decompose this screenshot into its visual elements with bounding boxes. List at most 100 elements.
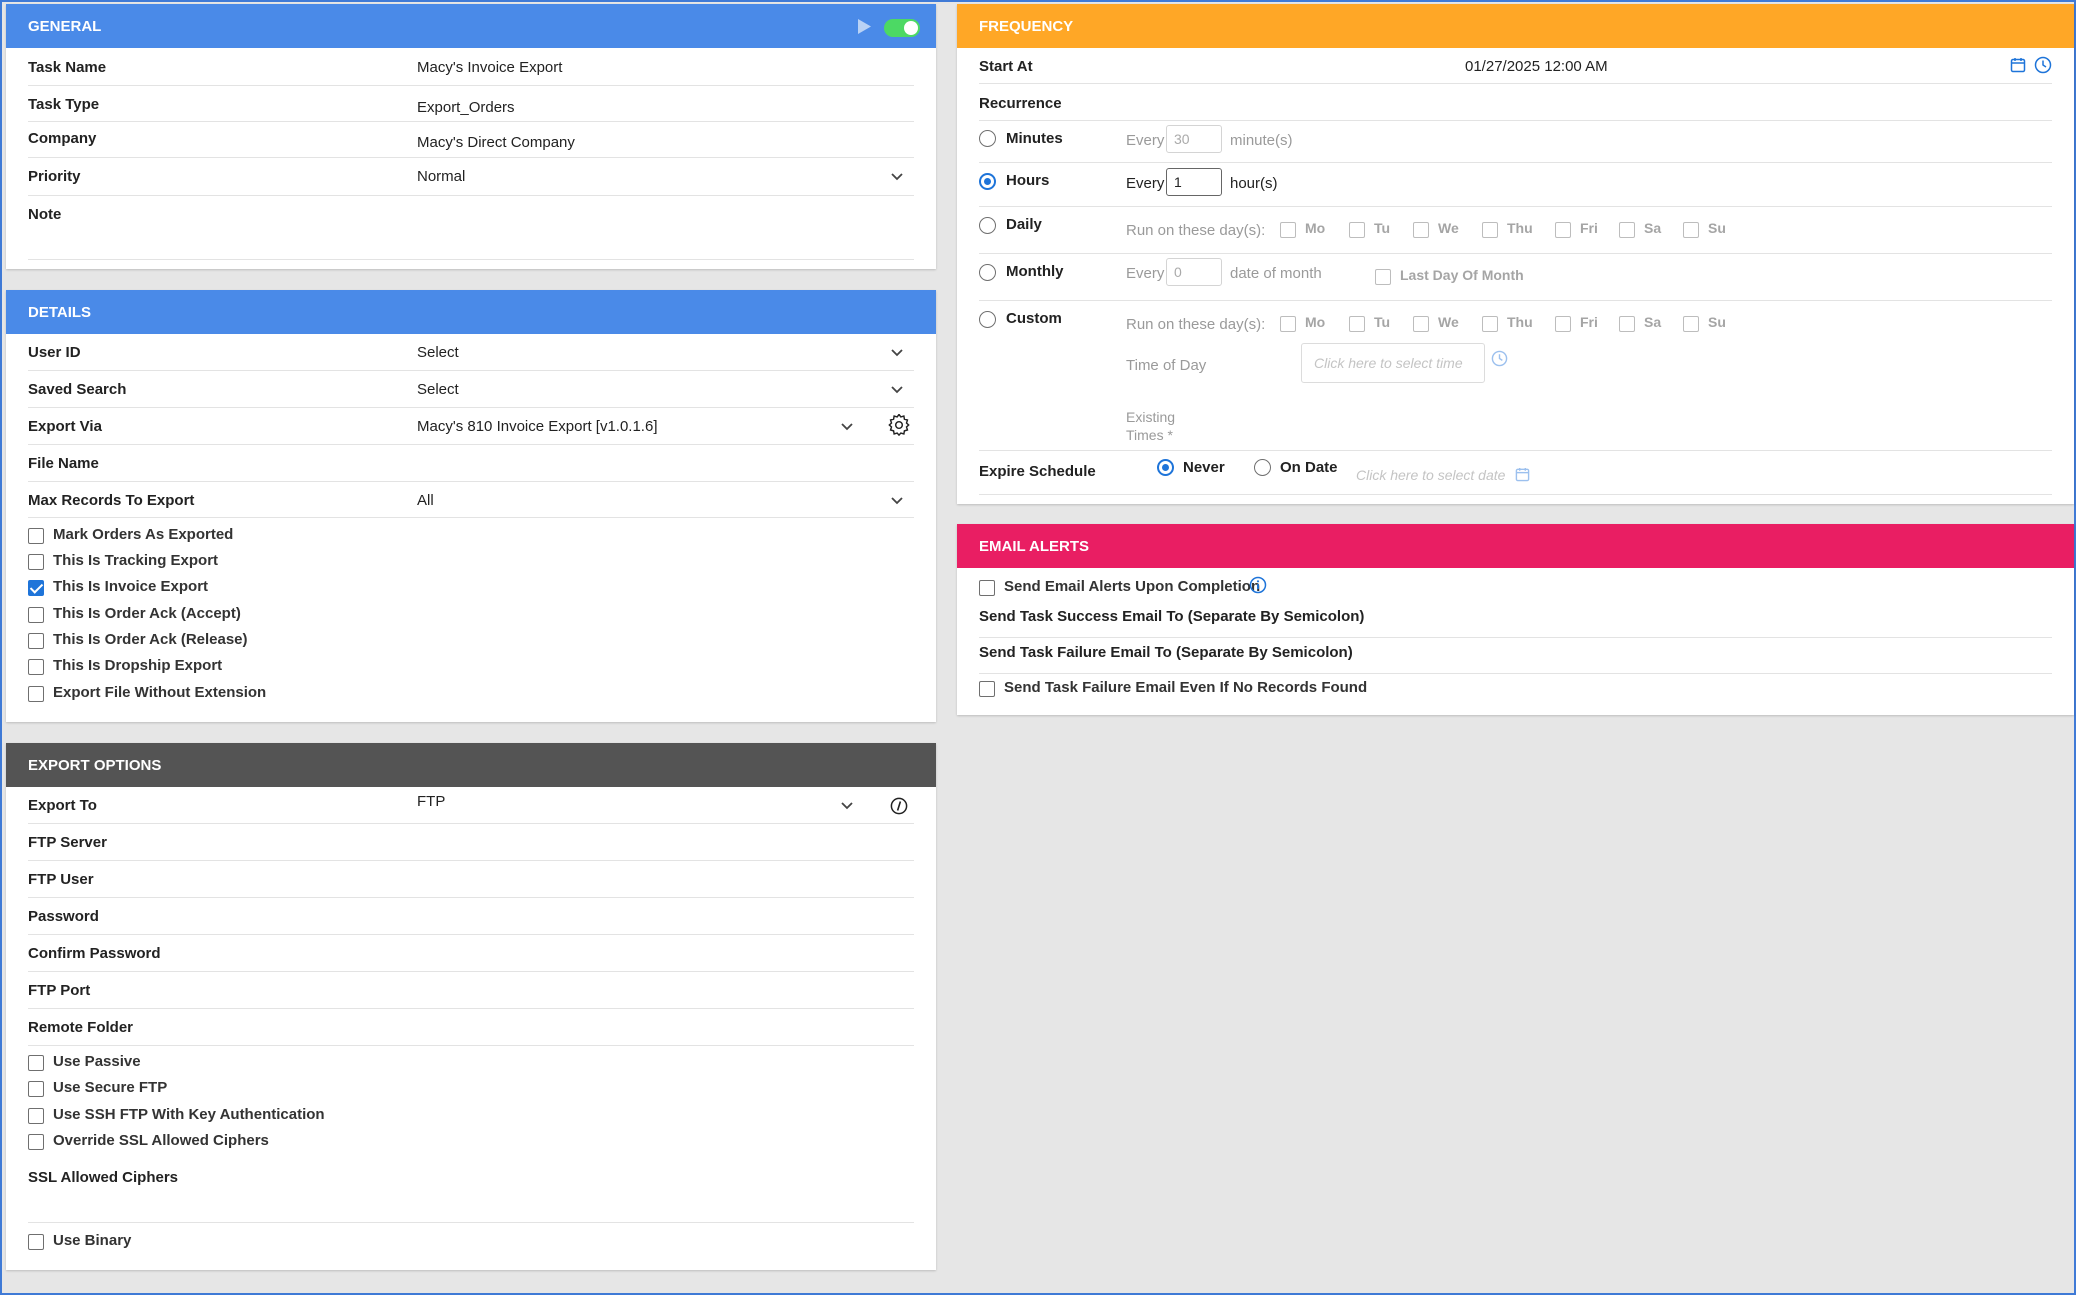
failure-email-row[interactable]: Send Task Failure Email To (Separate By …: [979, 638, 2052, 674]
details-title: DETAILS: [28, 303, 92, 321]
gear-icon[interactable]: [888, 414, 910, 436]
general-panel: GENERAL Task Name Macy's Invoice Export …: [6, 4, 936, 269]
chevron-down-icon[interactable]: [890, 170, 904, 184]
expire-date-input[interactable]: Click here to select date: [1356, 467, 1505, 483]
failure-no-records-checkbox[interactable]: [979, 681, 995, 697]
clock-icon[interactable]: [2034, 56, 2052, 74]
custom-tu-checkbox[interactable]: [1349, 316, 1365, 332]
custom-mo-label: Mo: [1305, 314, 1326, 330]
mark-exported-checkbox[interactable]: [28, 528, 44, 544]
last-day-label: Last Day Of Month: [1400, 267, 1524, 283]
send-alerts-checkbox[interactable]: [979, 580, 995, 596]
max-records-select[interactable]: All: [417, 492, 434, 509]
clock-icon[interactable]: [1491, 350, 1508, 367]
success-email-row[interactable]: Send Task Success Email To (Separate By …: [979, 602, 2052, 638]
enable-toggle[interactable]: [884, 19, 920, 37]
dropship-export-label: This Is Dropship Export: [53, 657, 223, 674]
hours-radio[interactable]: [979, 173, 996, 190]
confirm-password-row[interactable]: Confirm Password: [28, 935, 914, 972]
daily-su-checkbox[interactable]: [1683, 222, 1699, 238]
daily-su-label: Su: [1708, 220, 1726, 236]
chevron-down-icon[interactable]: [890, 494, 904, 508]
custom-mo-checkbox[interactable]: [1280, 316, 1296, 332]
daily-run-days-label: Run on these day(s):: [1126, 222, 1266, 239]
invoice-export-label: This Is Invoice Export: [53, 578, 209, 595]
override-ssl-checkbox[interactable]: [28, 1134, 44, 1150]
ftp-port-row[interactable]: FTP Port: [28, 972, 914, 1009]
user-id-row[interactable]: User ID Select: [28, 334, 914, 371]
priority-row[interactable]: Priority Normal: [28, 158, 914, 196]
time-of-day-input[interactable]: Click here to select time: [1301, 343, 1485, 383]
use-ssh-ftp-checkbox[interactable]: [28, 1108, 44, 1124]
invoice-export-checkbox[interactable]: [28, 580, 44, 596]
ftp-user-row[interactable]: FTP User: [28, 861, 914, 898]
email-alerts-title: EMAIL ALERTS: [979, 537, 1090, 555]
ftp-server-row[interactable]: FTP Server: [28, 824, 914, 861]
custom-sa-checkbox[interactable]: [1619, 316, 1635, 332]
chevron-down-icon[interactable]: [890, 346, 904, 360]
dropship-export-checkbox[interactable]: [28, 659, 44, 675]
minutes-radio[interactable]: [979, 130, 996, 147]
priority-select[interactable]: Normal: [417, 168, 465, 185]
remote-folder-row[interactable]: Remote Folder: [28, 1009, 914, 1046]
task-name-input[interactable]: Macy's Invoice Export: [417, 59, 562, 76]
on-date-label: On Date: [1280, 459, 1338, 476]
no-extension-checkbox[interactable]: [28, 686, 44, 702]
max-records-row[interactable]: Max Records To Export All: [28, 482, 914, 518]
calendar-icon[interactable]: [2010, 57, 2026, 73]
info-italic-icon[interactable]: [890, 797, 908, 815]
last-day-checkbox[interactable]: [1375, 269, 1391, 285]
never-radio[interactable]: [1157, 459, 1174, 476]
custom-we-checkbox[interactable]: [1413, 316, 1429, 332]
custom-radio[interactable]: [979, 311, 996, 328]
on-date-radio[interactable]: [1254, 459, 1271, 476]
calendar-icon[interactable]: [1515, 467, 1530, 482]
task-type-label: Task Type: [28, 96, 100, 113]
note-input[interactable]: [417, 200, 914, 254]
custom-su-checkbox[interactable]: [1683, 316, 1699, 332]
export-to-row[interactable]: Export To FTP: [28, 787, 914, 824]
export-to-select[interactable]: FTP: [417, 793, 445, 810]
custom-thu-label: Thu: [1507, 314, 1533, 330]
daily-mo-checkbox[interactable]: [1280, 222, 1296, 238]
use-passive-checkbox[interactable]: [28, 1055, 44, 1071]
daily-thu-checkbox[interactable]: [1482, 222, 1498, 238]
file-name-row[interactable]: File Name: [28, 445, 914, 482]
info-icon[interactable]: [1249, 576, 1267, 594]
chevron-down-icon[interactable]: [890, 383, 904, 397]
daily-sa-label: Sa: [1644, 220, 1662, 236]
tracking-export-checkbox[interactable]: [28, 554, 44, 570]
export-via-select[interactable]: Macy's 810 Invoice Export [v1.0.1.6]: [417, 418, 657, 435]
order-ack-release-checkbox[interactable]: [28, 633, 44, 649]
user-id-select[interactable]: Select: [417, 344, 459, 361]
hours-input[interactable]: 1: [1166, 168, 1222, 196]
daily-sa-checkbox[interactable]: [1619, 222, 1635, 238]
start-at-row[interactable]: Start At 01/27/2025 12:00 AM: [979, 48, 2052, 84]
daily-mo-label: Mo: [1305, 220, 1326, 236]
frequency-header: FREQUENCY: [957, 4, 2074, 48]
user-id-label: User ID: [28, 344, 81, 361]
use-secure-ftp-checkbox[interactable]: [28, 1081, 44, 1097]
minutes-every-label: Every: [1126, 132, 1165, 149]
daily-fri-checkbox[interactable]: [1555, 222, 1571, 238]
monthly-radio[interactable]: [979, 264, 996, 281]
order-ack-accept-checkbox[interactable]: [28, 607, 44, 623]
ssl-ciphers-row[interactable]: SSL Allowed Ciphers: [28, 1157, 914, 1223]
play-icon[interactable]: [856, 18, 872, 35]
company-label: Company: [28, 130, 97, 147]
minutes-input[interactable]: 30: [1166, 125, 1222, 153]
saved-search-row[interactable]: Saved Search Select: [28, 371, 914, 408]
custom-thu-checkbox[interactable]: [1482, 316, 1498, 332]
custom-fri-checkbox[interactable]: [1555, 316, 1571, 332]
start-at-input[interactable]: 01/27/2025 12:00 AM: [1465, 58, 1608, 75]
export-via-row[interactable]: Export Via Macy's 810 Invoice Export [v1…: [28, 408, 914, 445]
daily-radio[interactable]: [979, 217, 996, 234]
chevron-down-icon[interactable]: [840, 799, 854, 813]
use-binary-checkbox[interactable]: [28, 1234, 44, 1250]
password-row[interactable]: Password: [28, 898, 914, 935]
daily-tu-checkbox[interactable]: [1349, 222, 1365, 238]
saved-search-select[interactable]: Select: [417, 381, 459, 398]
monthly-input[interactable]: 0: [1166, 258, 1222, 286]
chevron-down-icon[interactable]: [840, 420, 854, 434]
daily-we-checkbox[interactable]: [1413, 222, 1429, 238]
